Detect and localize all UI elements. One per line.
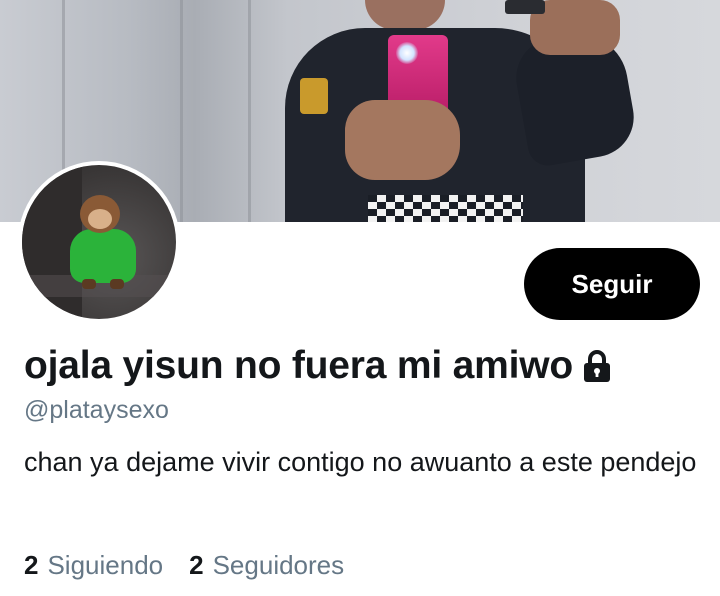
following-count: 2 <box>24 550 39 580</box>
banner-checker-band <box>368 195 523 222</box>
followers-count: 2 <box>189 550 204 580</box>
lock-icon <box>581 349 613 383</box>
followers-link[interactable]: 2 Seguidores <box>189 550 344 581</box>
profile-bio: chan ya dejame vivir contigo no awuanto … <box>24 447 697 477</box>
banner-wall-seam <box>248 0 251 222</box>
banner-camera-flash <box>396 42 418 64</box>
display-name: ojala yisun no fuera mi amiwo <box>24 344 573 387</box>
avatar-figure-leg <box>82 279 96 289</box>
following-link[interactable]: 2 Siguiendo <box>24 550 163 581</box>
following-label: Siguiendo <box>47 550 164 580</box>
banner-person-head <box>365 0 445 30</box>
avatar-figure-leg <box>110 279 124 289</box>
banner-badge <box>300 78 328 114</box>
banner-object <box>505 0 545 14</box>
profile-stats: 2 Siguiendo 2 Seguidores <box>24 550 344 581</box>
follow-button[interactable]: Seguir <box>524 248 700 320</box>
profile-handle: @plataysexo <box>24 396 169 424</box>
followers-label: Seguidores <box>212 550 345 580</box>
banner-person-hand <box>345 100 460 180</box>
profile-name-row: ojala yisun no fuera mi amiwo <box>24 344 613 388</box>
avatar-figure-body <box>70 229 136 283</box>
avatar-figure-face <box>88 209 112 229</box>
banner-wall-seam <box>180 0 183 222</box>
avatar[interactable] <box>18 161 180 323</box>
